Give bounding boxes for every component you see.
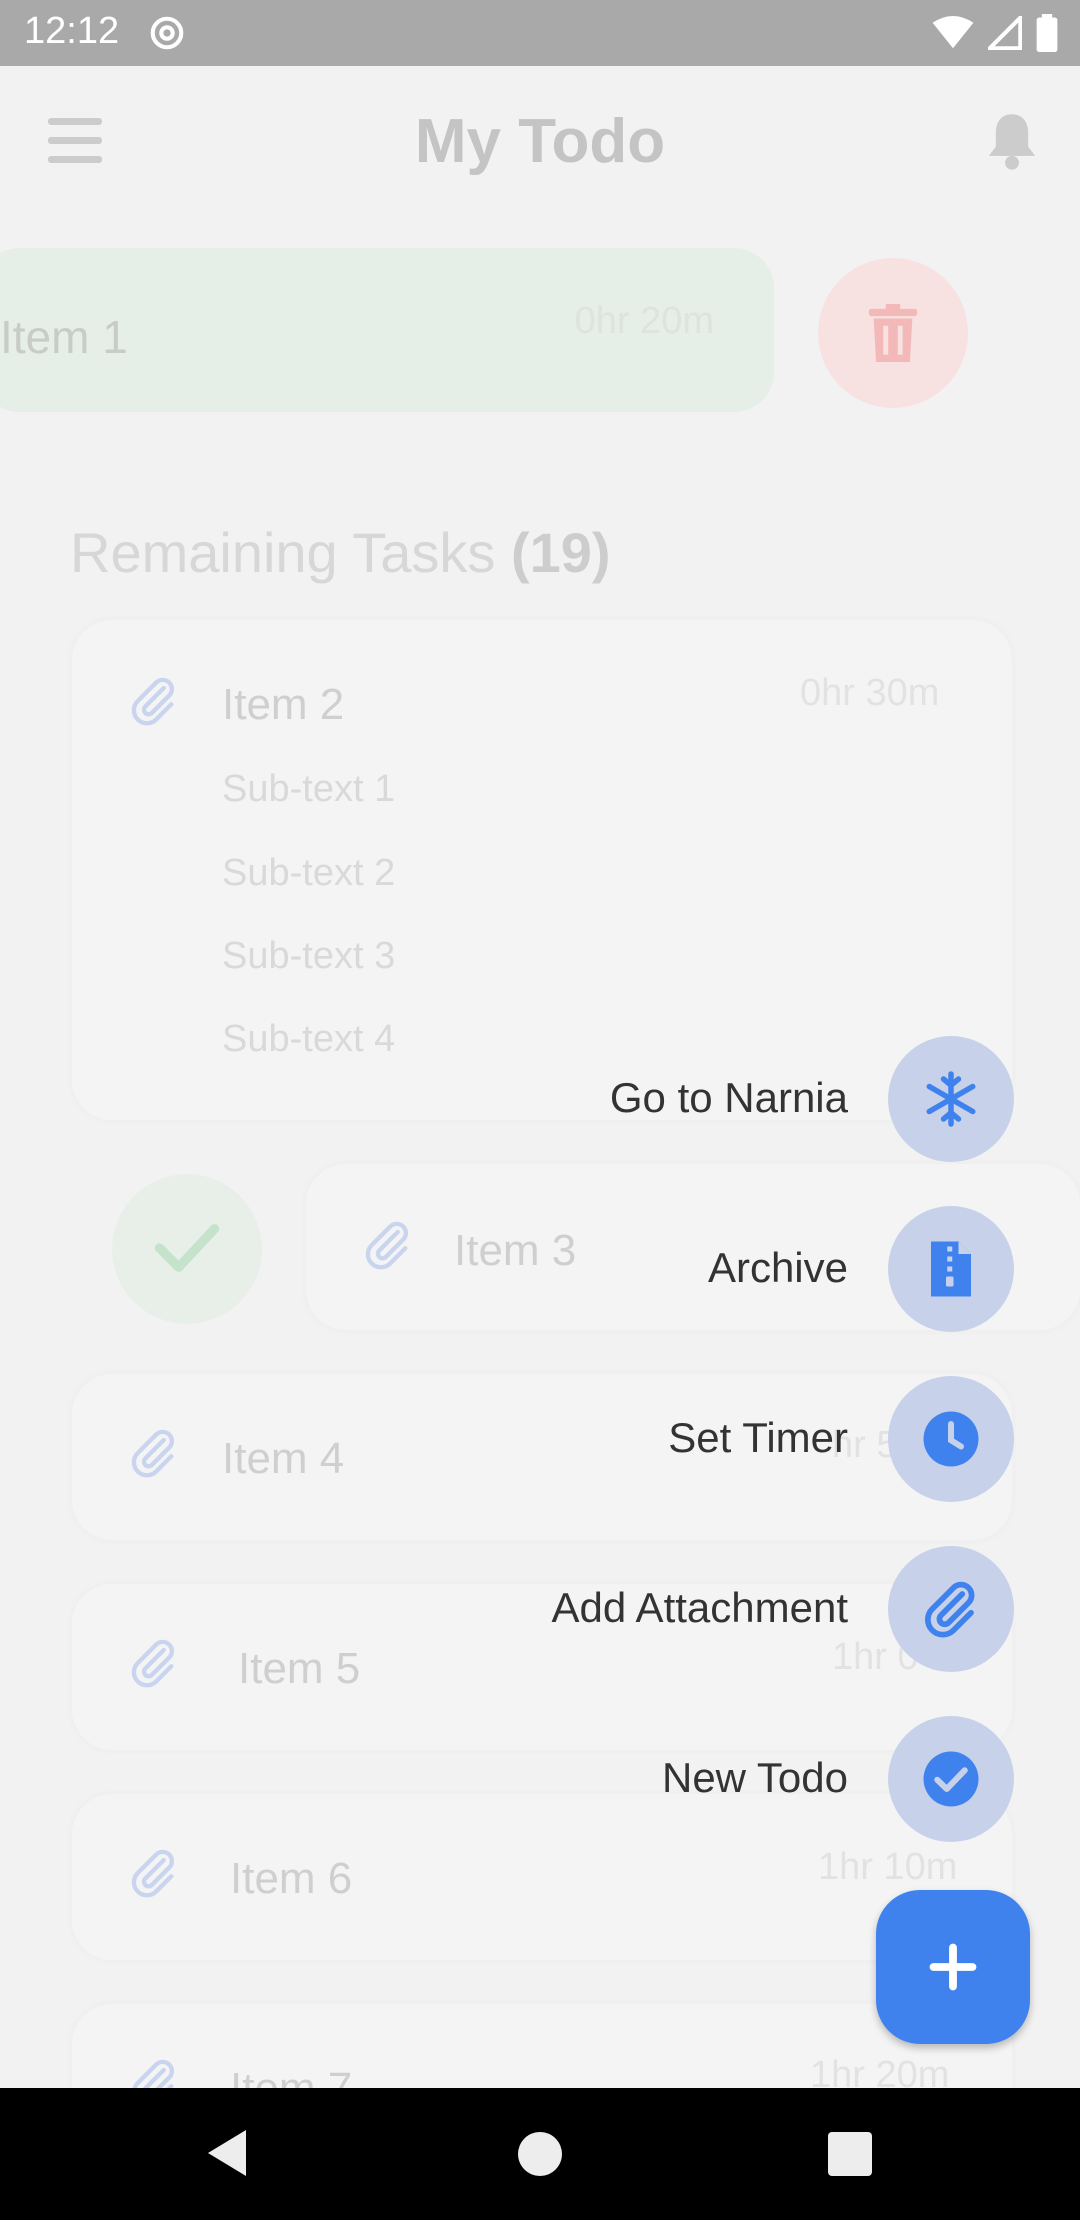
fab-label: Add Attachment	[551, 1584, 848, 1631]
fab-label: Go to Narnia	[609, 1074, 848, 1121]
plus-icon	[929, 1943, 977, 1991]
snowflake-icon	[926, 1071, 976, 1127]
add-attachment-button[interactable]	[888, 1546, 1014, 1672]
app-bar: My Todo	[0, 66, 1080, 216]
task-time: 0hr 30m	[800, 672, 940, 714]
page-title: My Todo	[414, 107, 666, 176]
fab-menu-item-new-todo[interactable]: New Todo	[394, 1716, 1014, 1844]
zip-file-icon	[931, 1241, 971, 1297]
fab-menu-item-set-timer[interactable]: Set Timer	[394, 1376, 1014, 1504]
task-title: Item 6	[230, 1854, 353, 1903]
go-to-narnia-button[interactable]	[888, 1036, 1014, 1162]
swiped-task-card[interactable]: Item 1 0hr 20m	[0, 248, 774, 412]
task-subtext: Sub-text 3	[222, 935, 396, 977]
fab-menu-item-go-to-narnia[interactable]: Go to Narnia	[394, 1036, 1014, 1164]
sync-icon	[150, 16, 184, 50]
check-icon	[154, 1224, 220, 1272]
task-subtext: Sub-text 2	[222, 852, 396, 894]
back-icon[interactable]	[206, 2128, 250, 2178]
recents-icon[interactable]	[828, 2132, 872, 2176]
home-icon[interactable]	[518, 2132, 562, 2176]
fab-main-button[interactable]	[876, 1890, 1030, 2044]
clock-icon	[923, 1411, 979, 1467]
check-circle-icon	[923, 1751, 979, 1807]
wifi-icon	[932, 16, 974, 49]
set-timer-button[interactable]	[888, 1376, 1014, 1502]
task-title: Item 5	[238, 1644, 361, 1693]
task-time: 0hr 20m	[574, 300, 714, 342]
status-time: 12:12	[24, 10, 120, 52]
new-todo-button[interactable]	[888, 1716, 1014, 1842]
complete-button[interactable]	[112, 1174, 262, 1324]
bell-icon[interactable]	[984, 112, 1040, 172]
task-title: Item 4	[222, 1434, 345, 1483]
fab-label: Set Timer	[668, 1414, 848, 1461]
delete-button[interactable]	[818, 258, 968, 408]
paperclip-icon	[131, 677, 175, 726]
cell-signal-icon	[988, 16, 1022, 50]
archive-button[interactable]	[888, 1206, 1014, 1332]
paperclip-icon	[131, 1639, 175, 1688]
paperclip-icon	[131, 1429, 175, 1478]
task-title: Item 1	[0, 311, 128, 363]
paperclip-icon	[924, 1581, 975, 1638]
trash-icon	[868, 304, 918, 362]
fab-label: Archive	[707, 1244, 848, 1291]
fab-label: New Todo	[661, 1754, 848, 1801]
task-count: (19)	[510, 521, 611, 584]
system-nav-bar	[0, 2088, 1080, 2220]
task-time: 1hr 10m	[818, 1846, 958, 1888]
status-bar: 12:12	[0, 0, 1080, 66]
task-subtext: Sub-text 4	[222, 1018, 396, 1060]
battery-icon	[1036, 14, 1058, 52]
task-subtext: Sub-text 1	[222, 768, 396, 810]
fab-menu-item-add-attachment[interactable]: Add Attachment	[394, 1546, 1014, 1674]
task-title: Item 2	[222, 680, 345, 729]
fab-menu-item-archive[interactable]: Archive	[394, 1206, 1014, 1334]
paperclip-icon	[131, 1849, 175, 1898]
section-title: Remaining Tasks (19)	[70, 521, 611, 584]
